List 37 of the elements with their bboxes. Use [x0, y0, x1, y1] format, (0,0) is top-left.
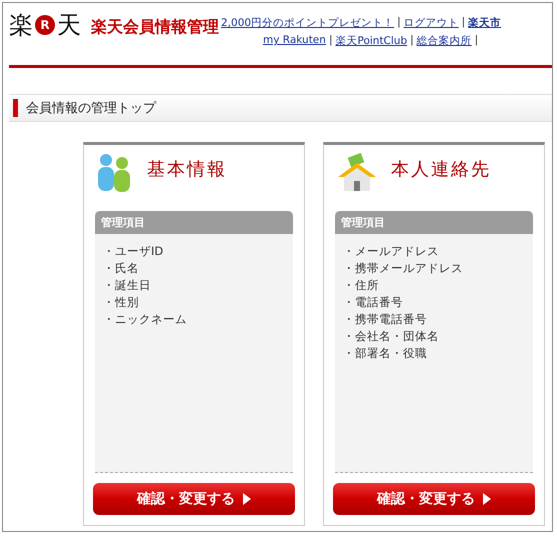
header-link[interactable]: my Rakuten — [263, 34, 326, 48]
list-item: ・メールアドレス — [343, 244, 440, 259]
list-item: ・部署名・役職 — [343, 346, 428, 361]
header-link[interactable]: 2,000円分のポイントプレゼント！ — [221, 16, 394, 30]
list-item: ・誕生日 — [103, 278, 152, 293]
logo-text: 楽 — [9, 13, 33, 37]
list-heading: 管理項目 — [335, 211, 533, 234]
confirm-change-button[interactable]: 確認・変更する — [93, 483, 295, 515]
section-marker — [13, 99, 18, 117]
arrow-icon — [243, 493, 251, 505]
section-title: 会員情報の管理トップ — [26, 100, 156, 117]
card-title: 基本情報 — [147, 158, 227, 181]
confirm-change-button[interactable]: 確認・変更する — [333, 483, 535, 515]
link-separator: | — [474, 34, 478, 48]
list-item: ・携帯メールアドレス — [343, 261, 464, 276]
link-separator: | — [410, 34, 414, 48]
link-separator: | — [328, 34, 332, 48]
site-title: 楽天会員情報管理 — [91, 17, 219, 38]
card-title: 本人連絡先 — [391, 158, 491, 181]
link-separator: | — [462, 16, 466, 30]
logo-mark: R — [35, 15, 55, 35]
arrow-icon — [483, 493, 491, 505]
header-link[interactable]: 総合案内所 — [416, 34, 472, 48]
header-link[interactable]: ログアウト — [404, 16, 459, 30]
list-heading: 管理項目 — [95, 211, 293, 234]
list-item: ・氏名 — [103, 261, 140, 276]
list-item: ・電話番号 — [343, 295, 404, 310]
header-link[interactable]: 楽天PointClub — [335, 34, 408, 48]
header-link[interactable]: 楽天市 — [468, 16, 502, 30]
list-item: ・性別 — [103, 295, 140, 310]
list-item: ・住所 — [343, 278, 380, 293]
list-item: ・ユーザID — [103, 244, 164, 259]
list-item: ・ニックネーム — [103, 312, 188, 327]
logo-text: 天 — [57, 13, 81, 37]
link-separator: | — [397, 16, 401, 30]
list-item: ・会社名・団体名 — [343, 329, 440, 344]
list-item: ・携帯電話番号 — [343, 312, 428, 327]
